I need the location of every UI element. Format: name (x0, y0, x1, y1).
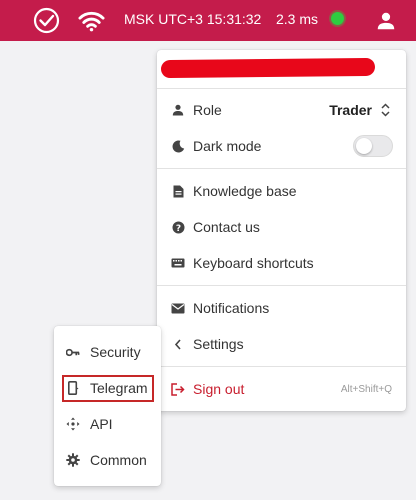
document-icon (171, 184, 185, 198)
submenu-item-api[interactable]: API (54, 406, 161, 442)
notifications-label: Notifications (193, 300, 270, 316)
dark-mode-label: Dark mode (193, 138, 262, 154)
settings-submenu: Security Telegram API Common (54, 326, 161, 486)
key-icon (66, 345, 80, 359)
dark-mode-toggle[interactable] (353, 135, 393, 157)
divider (157, 285, 406, 286)
chevron-left-icon (171, 337, 185, 351)
telegram-label: Telegram (90, 380, 148, 396)
person-icon (171, 103, 185, 117)
svg-text:?: ? (175, 223, 180, 233)
knowledge-base-item[interactable]: Knowledge base (157, 173, 406, 209)
common-label: Common (90, 452, 147, 468)
ping-readout: 2.3 ms (276, 11, 319, 27)
settings-label: Settings (193, 336, 244, 352)
logout-icon (171, 382, 185, 396)
top-bar: MSK UTC+3 15:31:32 2.3 ms (0, 0, 416, 41)
role-value[interactable]: Trader (329, 102, 372, 118)
server-clock: MSK UTC+3 15:31:32 (124, 11, 262, 27)
connection-status-dot (331, 12, 344, 25)
help-circle-icon: ? (171, 220, 185, 234)
toggle-knob (356, 138, 372, 154)
check-circle-icon[interactable] (33, 7, 60, 34)
role-label: Role (193, 102, 222, 118)
divider (157, 168, 406, 169)
divider (157, 88, 406, 89)
sign-out-item[interactable]: Sign out Alt+Shift+Q (157, 371, 406, 407)
contact-us-label: Contact us (193, 219, 260, 235)
submenu-item-common[interactable]: Common (54, 442, 161, 478)
notifications-item[interactable]: Notifications (157, 290, 406, 326)
wifi-icon[interactable] (78, 7, 105, 34)
divider (157, 366, 406, 367)
role-selector[interactable]: Role Trader (157, 92, 406, 128)
knowledge-base-label: Knowledge base (193, 183, 297, 199)
unfold-icon (380, 102, 390, 118)
keyboard-icon (171, 256, 185, 270)
sign-out-shortcut: Alt+Shift+Q (340, 383, 392, 395)
settings-item[interactable]: Settings (157, 326, 406, 362)
submenu-item-security[interactable]: Security (54, 334, 161, 370)
user-icon[interactable] (372, 7, 399, 34)
api-label: API (90, 416, 113, 432)
dark-mode-row: Dark mode (157, 128, 406, 164)
submenu-item-telegram[interactable]: Telegram (54, 370, 161, 406)
user-menu-dropdown: Role Trader Dark mode Knowledge base ? C… (157, 50, 406, 411)
envelope-icon (171, 301, 185, 315)
gear-icon (66, 453, 80, 467)
moon-icon (171, 139, 185, 153)
keyboard-shortcuts-item[interactable]: Keyboard shortcuts (157, 245, 406, 281)
sign-out-label: Sign out (193, 381, 245, 397)
redacted-username (160, 57, 376, 79)
security-label: Security (90, 344, 141, 360)
keyboard-shortcuts-label: Keyboard shortcuts (193, 255, 314, 271)
contact-us-item[interactable]: ? Contact us (157, 209, 406, 245)
api-icon (66, 417, 80, 431)
telegram-phone-icon (66, 381, 80, 395)
